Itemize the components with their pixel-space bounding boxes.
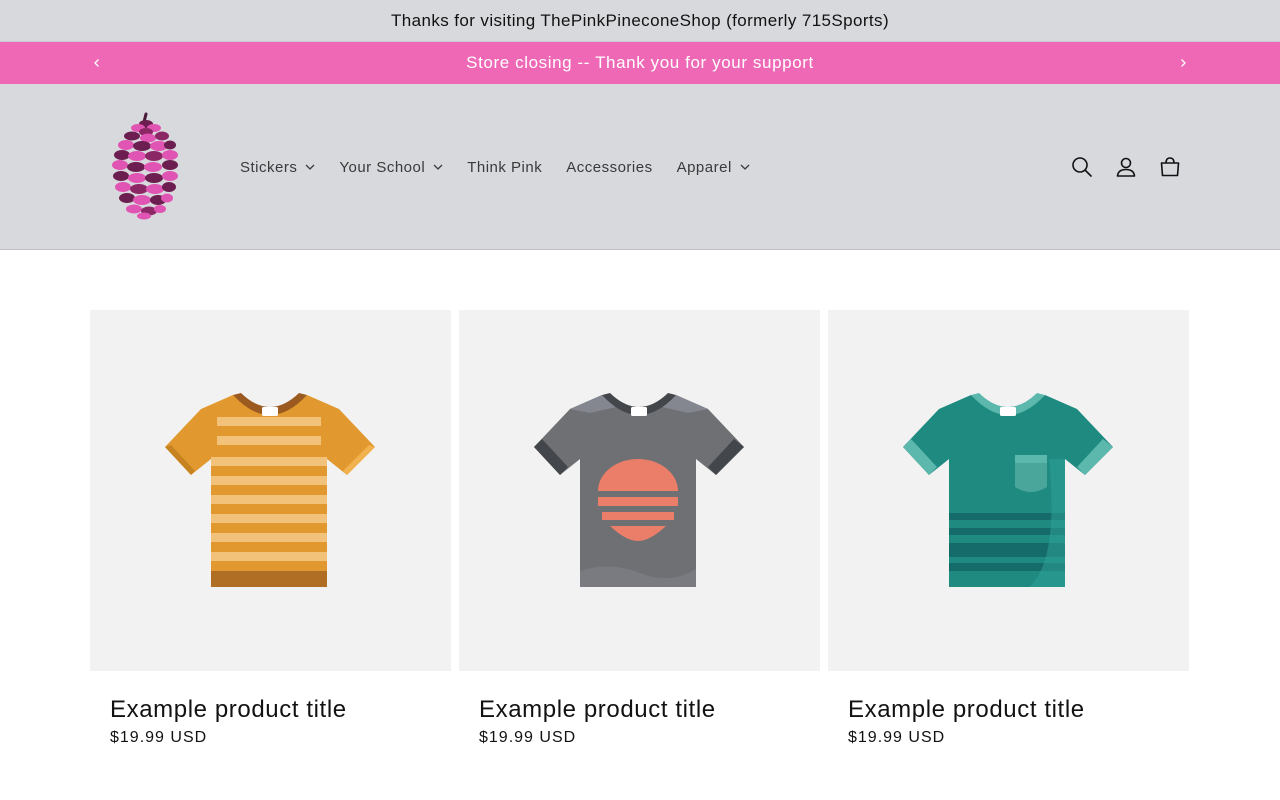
announcement-text: Store closing -- Thank you for your supp… [466,53,814,72]
cart-button[interactable] [1148,145,1192,189]
top-bar: Thanks for visiting ThePinkPineconeShop … [0,0,1280,42]
account-icon [1116,157,1136,177]
announcement-prev-button[interactable] [77,42,117,84]
nav-item-label: Your School [339,158,426,176]
cart-icon [1160,157,1180,177]
product-card[interactable]: Example product title $19.99 USD [828,310,1189,747]
nav-item-label: Stickers [240,158,298,176]
nav-item-apparel[interactable]: Apparel [665,159,762,176]
main-nav: Stickers Your School Think Pink Accessor… [228,84,762,250]
orange-striped-tshirt-icon [164,392,375,587]
product-image[interactable] [459,310,820,671]
nav-item-label: Accessories [566,158,653,176]
product-card[interactable]: Example product title $19.99 USD [90,310,451,747]
chevron-left-icon [94,59,99,67]
product-price: $19.99 USD [479,729,577,747]
product-grid: Example product title $19.99 USD Example… [90,310,1189,747]
product-image[interactable] [90,310,451,671]
teal-pocket-tshirt-icon [902,392,1113,587]
chevron-down-icon [740,164,750,170]
nav-item-label: Apparel [676,158,732,176]
header-icons [1060,84,1192,250]
product-price: $19.99 USD [848,729,946,747]
account-button[interactable] [1104,145,1148,189]
product-image[interactable] [828,310,1189,671]
product-price: $19.99 USD [110,729,208,747]
product-title[interactable]: Example product title [848,696,1169,723]
top-bar-text: Thanks for visiting ThePinkPineconeShop … [390,10,890,30]
nav-item-think-pink[interactable]: Think Pink [455,159,554,176]
product-title[interactable]: Example product title [110,696,431,723]
chevron-down-icon [433,164,443,170]
product-card[interactable]: Example product title $19.99 USD [459,310,820,747]
site-header: Stickers Your School Think Pink Accessor… [0,84,1280,250]
announcement-next-button[interactable] [1163,42,1203,84]
nav-item-label: Think Pink [467,158,543,176]
chevron-right-icon [1181,59,1186,67]
search-icon [1072,157,1092,177]
product-title[interactable]: Example product title [479,696,800,723]
search-button[interactable] [1060,145,1104,189]
nav-item-accessories[interactable]: Accessories [554,159,664,176]
announcement-bar: Store closing -- Thank you for your supp… [0,42,1280,84]
nav-item-your-school[interactable]: Your School [327,159,455,176]
gray-sunset-tshirt-icon [533,392,744,587]
pink-pinecone-logo[interactable] [104,112,188,220]
nav-item-stickers[interactable]: Stickers [228,159,327,176]
chevron-down-icon [305,164,315,170]
